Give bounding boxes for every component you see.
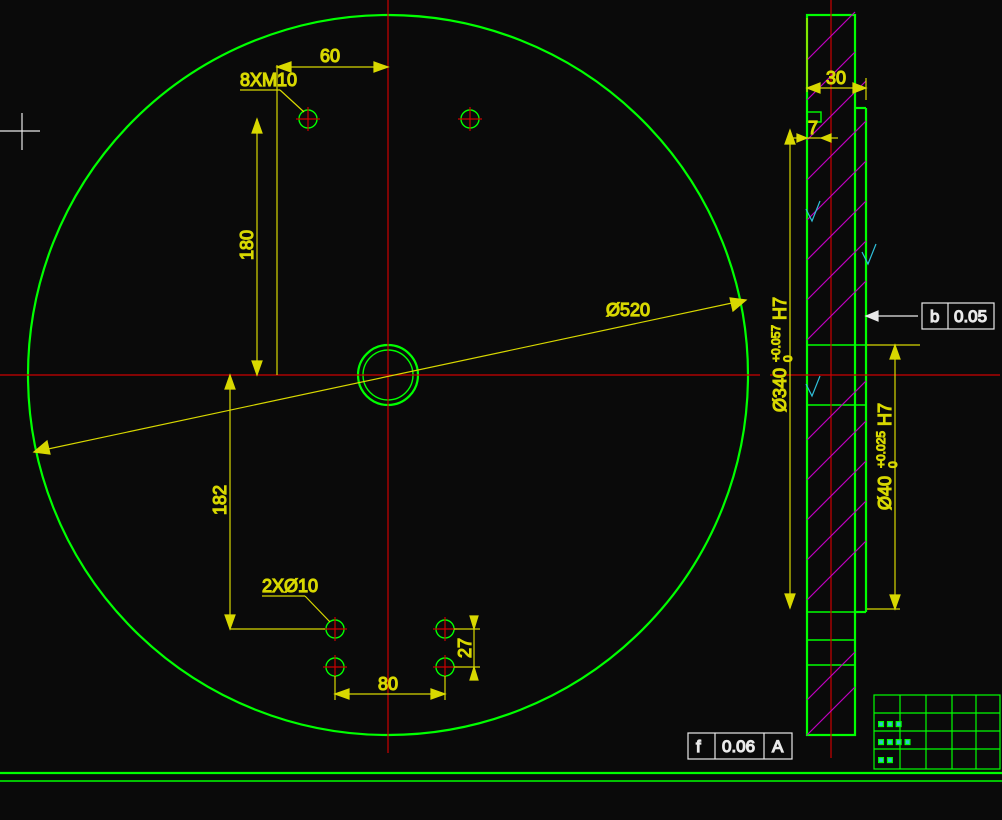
svg-text:7: 7 [808, 118, 818, 138]
ucs-icon [0, 113, 40, 150]
svg-text:30: 30 [826, 68, 846, 88]
dim-60: 60 [277, 46, 388, 375]
surface-mark-2 [862, 244, 876, 264]
svg-text:f: f [696, 737, 701, 756]
dim-d340: Ø340 +0.057 0 H7 [769, 130, 795, 608]
svg-text:27: 27 [455, 638, 475, 658]
callout-2x10: 2XØ10 [262, 576, 330, 622]
svg-text:180: 180 [237, 230, 257, 260]
front-view: Ø520 8XM10 60 180 182 [0, 0, 760, 753]
svg-text:b: b [930, 307, 939, 326]
svg-text:Ø520: Ø520 [606, 300, 650, 320]
svg-text:182: 182 [210, 485, 230, 515]
title-block: ■ ■ ■ ■ ■ ■ ■ ■ ■ [874, 695, 1000, 769]
gtol-b: b 0.05 [866, 303, 994, 329]
dim-d40: Ø40 +0.025 0 H7 [867, 345, 920, 609]
cad-canvas[interactable]: Ø520 8XM10 60 180 182 [0, 0, 1002, 820]
svg-text:0.05: 0.05 [954, 307, 987, 326]
svg-text:H7: H7 [875, 403, 895, 426]
svg-text:2XØ10: 2XØ10 [262, 576, 318, 596]
svg-text:Ø340: Ø340 [770, 368, 790, 412]
svg-text:A: A [772, 737, 784, 756]
dim-27: 27 [454, 616, 480, 680]
callout-8xm10: 8XM10 [240, 70, 304, 112]
svg-text:0: 0 [781, 355, 795, 362]
dim-180: 180 [237, 119, 262, 375]
side-view: 30 7 Ø340 +0.057 0 H7 [688, 0, 1000, 759]
svg-text:0: 0 [886, 461, 900, 468]
svg-text:60: 60 [320, 46, 340, 66]
svg-text:■ ■ ■ ■: ■ ■ ■ ■ [878, 737, 911, 748]
dim-diameter-520: Ø520 [34, 298, 746, 454]
dim-80: 80 [335, 674, 445, 700]
svg-text:80: 80 [378, 674, 398, 694]
svg-text:■ ■ ■: ■ ■ ■ [878, 719, 902, 730]
svg-text:8XM10: 8XM10 [240, 70, 297, 90]
gtol-f: f 0.06 A [688, 733, 792, 759]
svg-text:H7: H7 [770, 297, 790, 320]
svg-text:0.06: 0.06 [722, 737, 755, 756]
svg-text:Ø40: Ø40 [875, 476, 895, 510]
svg-text:■ ■: ■ ■ [878, 755, 893, 766]
